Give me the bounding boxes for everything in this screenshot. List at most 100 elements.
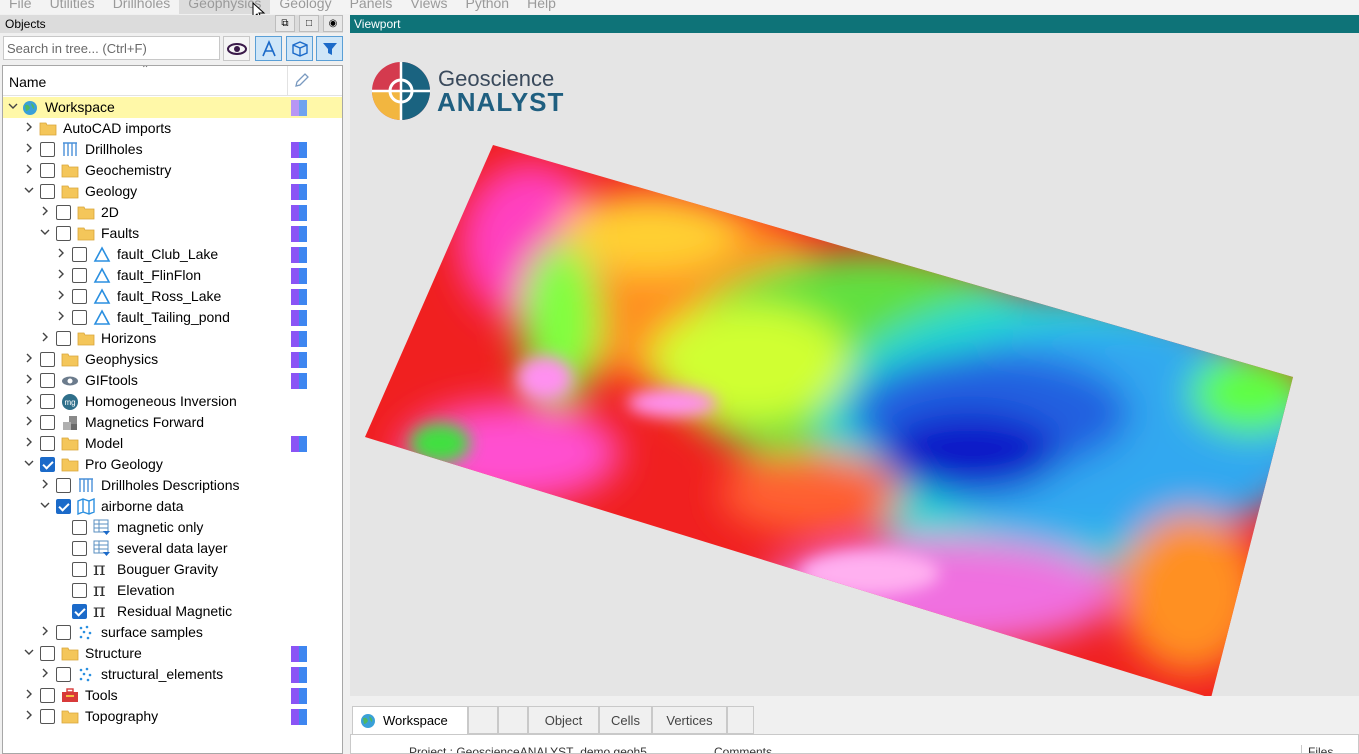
visibility-checkbox[interactable] — [56, 331, 71, 346]
menu-item-drillholes[interactable]: Drillholes — [104, 0, 180, 14]
menu-item-views[interactable]: Views — [401, 0, 456, 14]
colormap-swatch[interactable] — [291, 289, 307, 305]
visibility-checkbox[interactable] — [72, 541, 87, 556]
colormap-swatch[interactable] — [291, 310, 307, 326]
files-label[interactable]: Files — [1301, 745, 1333, 753]
tree-row[interactable]: Workspace — [3, 97, 342, 118]
tab-empty[interactable] — [727, 706, 754, 734]
colormap-swatch[interactable] — [291, 100, 307, 116]
visibility-checkbox[interactable] — [40, 436, 55, 451]
tree-row[interactable]: π Bouguer Gravity — [3, 559, 342, 580]
colormap-swatch[interactable] — [291, 247, 307, 263]
visibility-checkbox[interactable] — [40, 142, 55, 157]
colormap-swatch[interactable] — [291, 709, 307, 725]
chevron-right-icon[interactable] — [23, 121, 35, 135]
colormap-swatch[interactable] — [291, 184, 307, 200]
visibility-checkbox[interactable] — [56, 667, 71, 682]
visibility-checkbox[interactable] — [72, 520, 87, 535]
tab-object[interactable]: Object — [528, 706, 599, 734]
colormap-swatch[interactable] — [291, 667, 307, 683]
visibility-checkbox[interactable] — [40, 373, 55, 388]
maximize-panel-button[interactable]: □ — [299, 15, 319, 32]
visibility-checkbox[interactable] — [72, 562, 87, 577]
visibility-checkbox[interactable] — [40, 709, 55, 724]
colormap-swatch[interactable] — [291, 226, 307, 242]
text-filter-button[interactable] — [255, 36, 282, 61]
type-filter-button[interactable] — [286, 36, 313, 61]
visibility-checkbox[interactable] — [40, 394, 55, 409]
chevron-right-icon[interactable] — [39, 667, 51, 681]
tab-workspace[interactable]: Workspace — [352, 706, 468, 734]
tree-row[interactable]: Horizons — [3, 328, 342, 349]
colormap-swatch[interactable] — [291, 436, 307, 452]
chevron-right-icon[interactable] — [23, 352, 35, 366]
visibility-checkbox[interactable] — [40, 352, 55, 367]
chevron-right-icon[interactable] — [23, 394, 35, 408]
chevron-down-icon[interactable] — [39, 499, 51, 513]
tab-cells[interactable]: Cells — [599, 706, 652, 734]
chevron-right-icon[interactable] — [55, 289, 67, 303]
chevron-right-icon[interactable] — [23, 373, 35, 387]
sort-indicator-icon[interactable]: ⌃ — [141, 66, 149, 75]
visibility-checkbox[interactable] — [40, 688, 55, 703]
tree-row[interactable]: Drillholes — [3, 139, 342, 160]
tree-row[interactable]: Faults — [3, 223, 342, 244]
visibility-toggle-button[interactable] — [223, 36, 250, 61]
chevron-right-icon[interactable] — [39, 478, 51, 492]
tree-row[interactable]: fault_FlinFlon — [3, 265, 342, 286]
menu-item-help[interactable]: Help — [518, 0, 565, 14]
visibility-checkbox[interactable] — [56, 205, 71, 220]
chevron-down-icon[interactable] — [23, 184, 35, 198]
menu-item-utilities[interactable]: Utilities — [41, 0, 104, 14]
tree-row[interactable]: π Residual Magnetic — [3, 601, 342, 622]
visibility-checkbox[interactable] — [72, 247, 87, 262]
visibility-checkbox[interactable] — [56, 625, 71, 640]
colormap-swatch[interactable] — [291, 268, 307, 284]
visibility-checkbox[interactable] — [56, 226, 71, 241]
viewport[interactable]: Geoscience ANALYST — [350, 33, 1359, 696]
colormap-swatch[interactable] — [291, 205, 307, 221]
tree-row[interactable]: Geology — [3, 181, 342, 202]
chevron-right-icon[interactable] — [23, 436, 35, 450]
chevron-down-icon[interactable] — [23, 457, 35, 471]
tree-row[interactable]: Drillholes Descriptions — [3, 475, 342, 496]
tree-row[interactable]: 2D — [3, 202, 342, 223]
residual-magnetic-grid-map[interactable] — [350, 33, 1359, 696]
colormap-swatch[interactable] — [291, 646, 307, 662]
search-input[interactable] — [3, 36, 220, 60]
name-column-header[interactable]: Name — [9, 74, 46, 90]
visibility-checkbox[interactable] — [56, 499, 71, 514]
tree-row[interactable]: Magnetics Forward — [3, 412, 342, 433]
tree-row[interactable]: Structure — [3, 643, 342, 664]
tree-row[interactable]: structural_elements — [3, 664, 342, 685]
tab-empty[interactable] — [498, 706, 528, 734]
menu-item-geology[interactable]: Geology — [270, 0, 340, 14]
menu-item-python[interactable]: Python — [456, 0, 518, 14]
tree-row[interactable]: surface samples — [3, 622, 342, 643]
visibility-checkbox[interactable] — [72, 310, 87, 325]
tree-row[interactable]: airborne data — [3, 496, 342, 517]
chevron-right-icon[interactable] — [23, 688, 35, 702]
colormap-swatch[interactable] — [291, 142, 307, 158]
tree-row[interactable]: fault_Ross_Lake — [3, 286, 342, 307]
float-panel-button[interactable]: ⧉ — [275, 15, 295, 32]
tab-vertices[interactable]: Vertices — [652, 706, 727, 734]
tab-empty[interactable] — [468, 706, 498, 734]
chevron-right-icon[interactable] — [39, 331, 51, 345]
visibility-checkbox[interactable] — [72, 583, 87, 598]
tree-row[interactable]: Tools — [3, 685, 342, 706]
pencil-icon[interactable] — [293, 71, 311, 89]
chevron-right-icon[interactable] — [39, 625, 51, 639]
tree-row[interactable]: Geophysics — [3, 349, 342, 370]
chevron-right-icon[interactable] — [23, 415, 35, 429]
visibility-checkbox[interactable] — [40, 184, 55, 199]
chevron-down-icon[interactable] — [39, 226, 51, 240]
chevron-right-icon[interactable] — [39, 205, 51, 219]
tree-row[interactable]: π Elevation — [3, 580, 342, 601]
tree-row[interactable]: GIFtools — [3, 370, 342, 391]
menu-item-panels[interactable]: Panels — [341, 0, 402, 14]
visibility-checkbox[interactable] — [40, 163, 55, 178]
chevron-right-icon[interactable] — [55, 268, 67, 282]
tree-row[interactable]: Topography — [3, 706, 342, 727]
tree-row[interactable]: mg Homogeneous Inversion — [3, 391, 342, 412]
